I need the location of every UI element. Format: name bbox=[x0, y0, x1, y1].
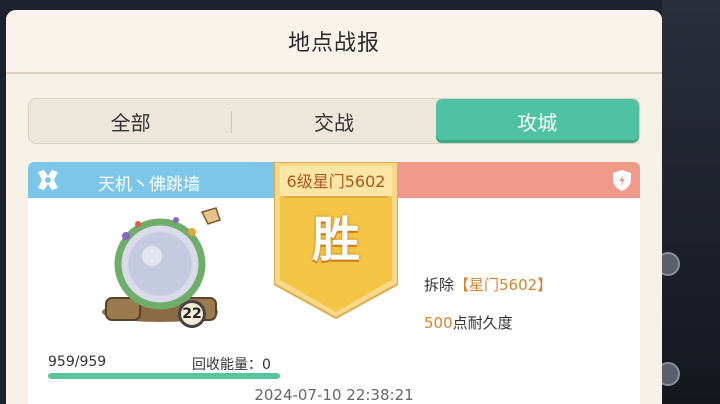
attacker-bar: 天机丶佛跳墙 bbox=[28, 162, 280, 198]
tab-siege-label: 攻城 bbox=[517, 110, 558, 135]
detail-damage-value: 500 bbox=[424, 314, 453, 332]
building-image bbox=[98, 206, 228, 326]
result-text: 胜 bbox=[311, 212, 360, 268]
defender-bar bbox=[390, 162, 640, 198]
target-label: 6级星门5602 bbox=[286, 172, 386, 191]
report-timestamp: 2024-07-10 22:38:21 bbox=[254, 386, 414, 404]
recycle-energy-label: 回收能量： bbox=[192, 357, 262, 373]
detail-action-line: 拆除【星门5602】 bbox=[424, 274, 552, 295]
attacker-name: 天机丶佛跳墙 bbox=[98, 175, 200, 195]
report-tabs: 全部 交战 攻城 bbox=[28, 98, 640, 144]
battle-report-panel: 地点战报 全部 交战 攻城 天机丶佛跳墙 6级星门5602 胜 22 959/9… bbox=[6, 10, 662, 404]
tab-siege[interactable]: 攻城 bbox=[435, 99, 639, 143]
result-banner: 6级星门5602 胜 bbox=[274, 162, 398, 322]
detail-damage-suffix: 点耐久度 bbox=[452, 314, 513, 332]
report-card[interactable]: 天机丶佛跳墙 6级星门5602 胜 22 959/959 回收能量：0 拆除【星… bbox=[28, 162, 640, 404]
page-title: 地点战报 bbox=[287, 31, 380, 56]
recycle-energy-value: 0 bbox=[262, 357, 271, 373]
durability-bar bbox=[48, 373, 280, 379]
durability-bar-fill bbox=[48, 373, 280, 379]
tab-combat-label: 交战 bbox=[313, 110, 354, 135]
detail-damage-line: 500点耐久度 bbox=[424, 312, 513, 333]
panel-header: 地点战报 bbox=[6, 10, 662, 74]
tab-all[interactable]: 全部 bbox=[29, 99, 233, 143]
detail-action: 拆除 bbox=[424, 276, 455, 294]
durability-text: 959/959 bbox=[48, 354, 107, 370]
tab-combat[interactable]: 交战 bbox=[232, 99, 435, 143]
shield-icon bbox=[610, 168, 634, 192]
recycle-energy-text: 回收能量：0 bbox=[192, 354, 271, 374]
alliance-emblem-icon bbox=[34, 166, 62, 194]
tab-all-label: 全部 bbox=[110, 110, 151, 135]
building-level-badge: 22 bbox=[178, 300, 206, 328]
detail-target: 【星门5602】 bbox=[454, 276, 553, 294]
background-scene bbox=[662, 0, 720, 404]
